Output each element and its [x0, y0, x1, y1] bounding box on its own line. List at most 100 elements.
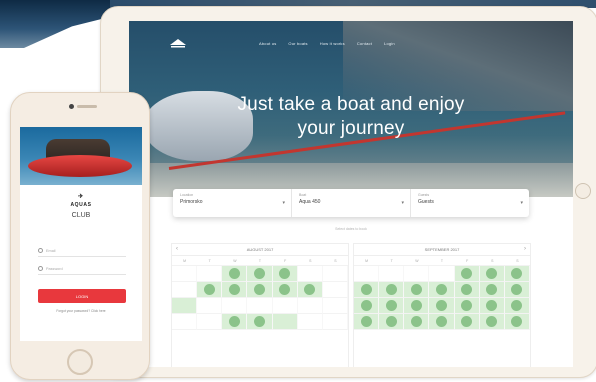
brand-block: ✈ AQUAS CLUB — [20, 193, 142, 219]
dow: S — [309, 258, 312, 263]
calendar-day[interactable] — [197, 282, 223, 298]
calendar-day[interactable] — [429, 282, 455, 298]
calendar-day[interactable] — [379, 298, 405, 314]
tablet-device: About us Our boats How it works Contact … — [100, 6, 596, 378]
nav-boats[interactable]: Our boats — [288, 41, 307, 46]
nav-how[interactable]: How it works — [320, 41, 345, 46]
calendar-day[interactable] — [454, 266, 480, 282]
calendar-day[interactable] — [222, 314, 248, 330]
boat-label: Boat — [299, 193, 307, 197]
calendar-day[interactable] — [354, 314, 380, 330]
phone-screen: ✈ AQUAS CLUB Email Password LOGIN Forgot… — [20, 127, 142, 341]
raft-tube — [28, 155, 132, 177]
boat-select[interactable]: Boat Aqua 450 ▾ — [292, 189, 411, 217]
brand-logo-icon: ✈ — [78, 194, 84, 200]
calendar-day[interactable] — [322, 314, 348, 330]
dow: W — [415, 258, 419, 263]
nav-about[interactable]: About us — [259, 41, 276, 46]
calendar-day[interactable] — [454, 298, 480, 314]
forgot-password-link[interactable]: Forgot your password? Click here — [20, 309, 142, 313]
availability-calendar: ‹ AUGUST 2017 M T W T F S S › SEPTEMBER … — [171, 243, 531, 367]
phone-home-button[interactable] — [67, 349, 93, 375]
calendar-day[interactable] — [322, 298, 348, 314]
calendar-day[interactable] — [504, 298, 530, 314]
calendar-day[interactable] — [172, 282, 198, 298]
calendar-day[interactable] — [429, 298, 455, 314]
next-month-icon[interactable]: › — [524, 246, 526, 252]
calendar-day[interactable] — [404, 298, 430, 314]
password-field[interactable]: Password — [38, 263, 126, 275]
calendar-day[interactable] — [272, 314, 298, 330]
calendar-day[interactable] — [172, 314, 198, 330]
calendar-day[interactable] — [404, 266, 430, 282]
nav-contact[interactable]: Contact — [357, 41, 372, 46]
email-field[interactable]: Email — [38, 245, 126, 257]
month-title: SEPTEMBER 2017 — [354, 244, 530, 256]
calendar-day[interactable] — [297, 282, 323, 298]
top-nav: About us Our boats How it works Contact … — [259, 41, 395, 46]
calendar-day[interactable] — [222, 298, 248, 314]
calendar-day[interactable] — [297, 314, 323, 330]
login-button[interactable]: LOGIN — [38, 289, 126, 303]
nav-login[interactable]: Login — [384, 41, 395, 46]
calendar-day[interactable] — [354, 282, 380, 298]
calendar-day[interactable] — [297, 266, 323, 282]
dow: S — [491, 258, 494, 263]
dow: M — [183, 258, 187, 263]
days-of-week: M T W T F S S — [172, 256, 348, 266]
calendar-day[interactable] — [247, 266, 273, 282]
location-select[interactable]: Location Primorsko ▾ — [173, 189, 292, 217]
calendar-day[interactable] — [379, 266, 405, 282]
calendar-day[interactable] — [247, 314, 273, 330]
calendar-day[interactable] — [379, 314, 405, 330]
calendar-day[interactable] — [504, 282, 530, 298]
calendar-day[interactable] — [479, 298, 505, 314]
calendar-day[interactable] — [479, 282, 505, 298]
calendar-day[interactable] — [197, 266, 223, 282]
calendar-day[interactable] — [172, 266, 198, 282]
calendar-day[interactable] — [429, 314, 455, 330]
password-placeholder: Password — [46, 266, 63, 271]
calendar-day[interactable] — [172, 298, 198, 314]
hero-title-line2: your journey — [297, 118, 405, 139]
guests-select[interactable]: Guests Guests ▾ — [411, 189, 529, 217]
calendar-day[interactable] — [354, 266, 380, 282]
calendar-day[interactable] — [222, 266, 248, 282]
booking-search-bar: Location Primorsko ▾ Boat Aqua 450 ▾ Gue… — [173, 189, 529, 217]
calendar-day[interactable] — [272, 266, 298, 282]
hero-title-line1: Just take a boat and enjoy — [237, 94, 465, 115]
lock-icon — [38, 266, 43, 271]
calendar-day[interactable] — [322, 266, 348, 282]
calendar-day[interactable] — [404, 314, 430, 330]
calendar-day[interactable] — [429, 266, 455, 282]
hero-section: About us Our boats How it works Contact … — [129, 21, 573, 197]
calendar-day[interactable] — [504, 266, 530, 282]
calendar-day[interactable] — [247, 298, 273, 314]
calendar-day[interactable] — [479, 266, 505, 282]
calendar-day[interactable] — [504, 314, 530, 330]
calendar-day[interactable] — [404, 282, 430, 298]
calendar-day[interactable] — [272, 298, 298, 314]
calendar-day[interactable] — [354, 298, 380, 314]
calendar-day[interactable] — [197, 298, 223, 314]
calendar-day[interactable] — [454, 282, 480, 298]
month-september: › SEPTEMBER 2017 M T W T F S S — [353, 243, 531, 367]
calendar-day[interactable] — [222, 282, 248, 298]
calendar-day[interactable] — [322, 282, 348, 298]
calendar-day[interactable] — [272, 282, 298, 298]
dow: F — [284, 258, 287, 263]
calendar-day[interactable] — [379, 282, 405, 298]
dow: W — [233, 258, 237, 263]
day-grid — [354, 266, 530, 330]
calendar-day[interactable] — [454, 314, 480, 330]
dow: T — [440, 258, 444, 263]
boat-logo-icon[interactable] — [169, 37, 187, 49]
calendar-day[interactable] — [297, 298, 323, 314]
calendar-day[interactable] — [197, 314, 223, 330]
days-of-week: M T W T F S S — [354, 256, 530, 266]
calendar-day[interactable] — [247, 282, 273, 298]
calendar-day[interactable] — [479, 314, 505, 330]
dow: S — [334, 258, 337, 263]
dow: T — [258, 258, 262, 263]
prev-month-icon[interactable]: ‹ — [176, 246, 178, 252]
